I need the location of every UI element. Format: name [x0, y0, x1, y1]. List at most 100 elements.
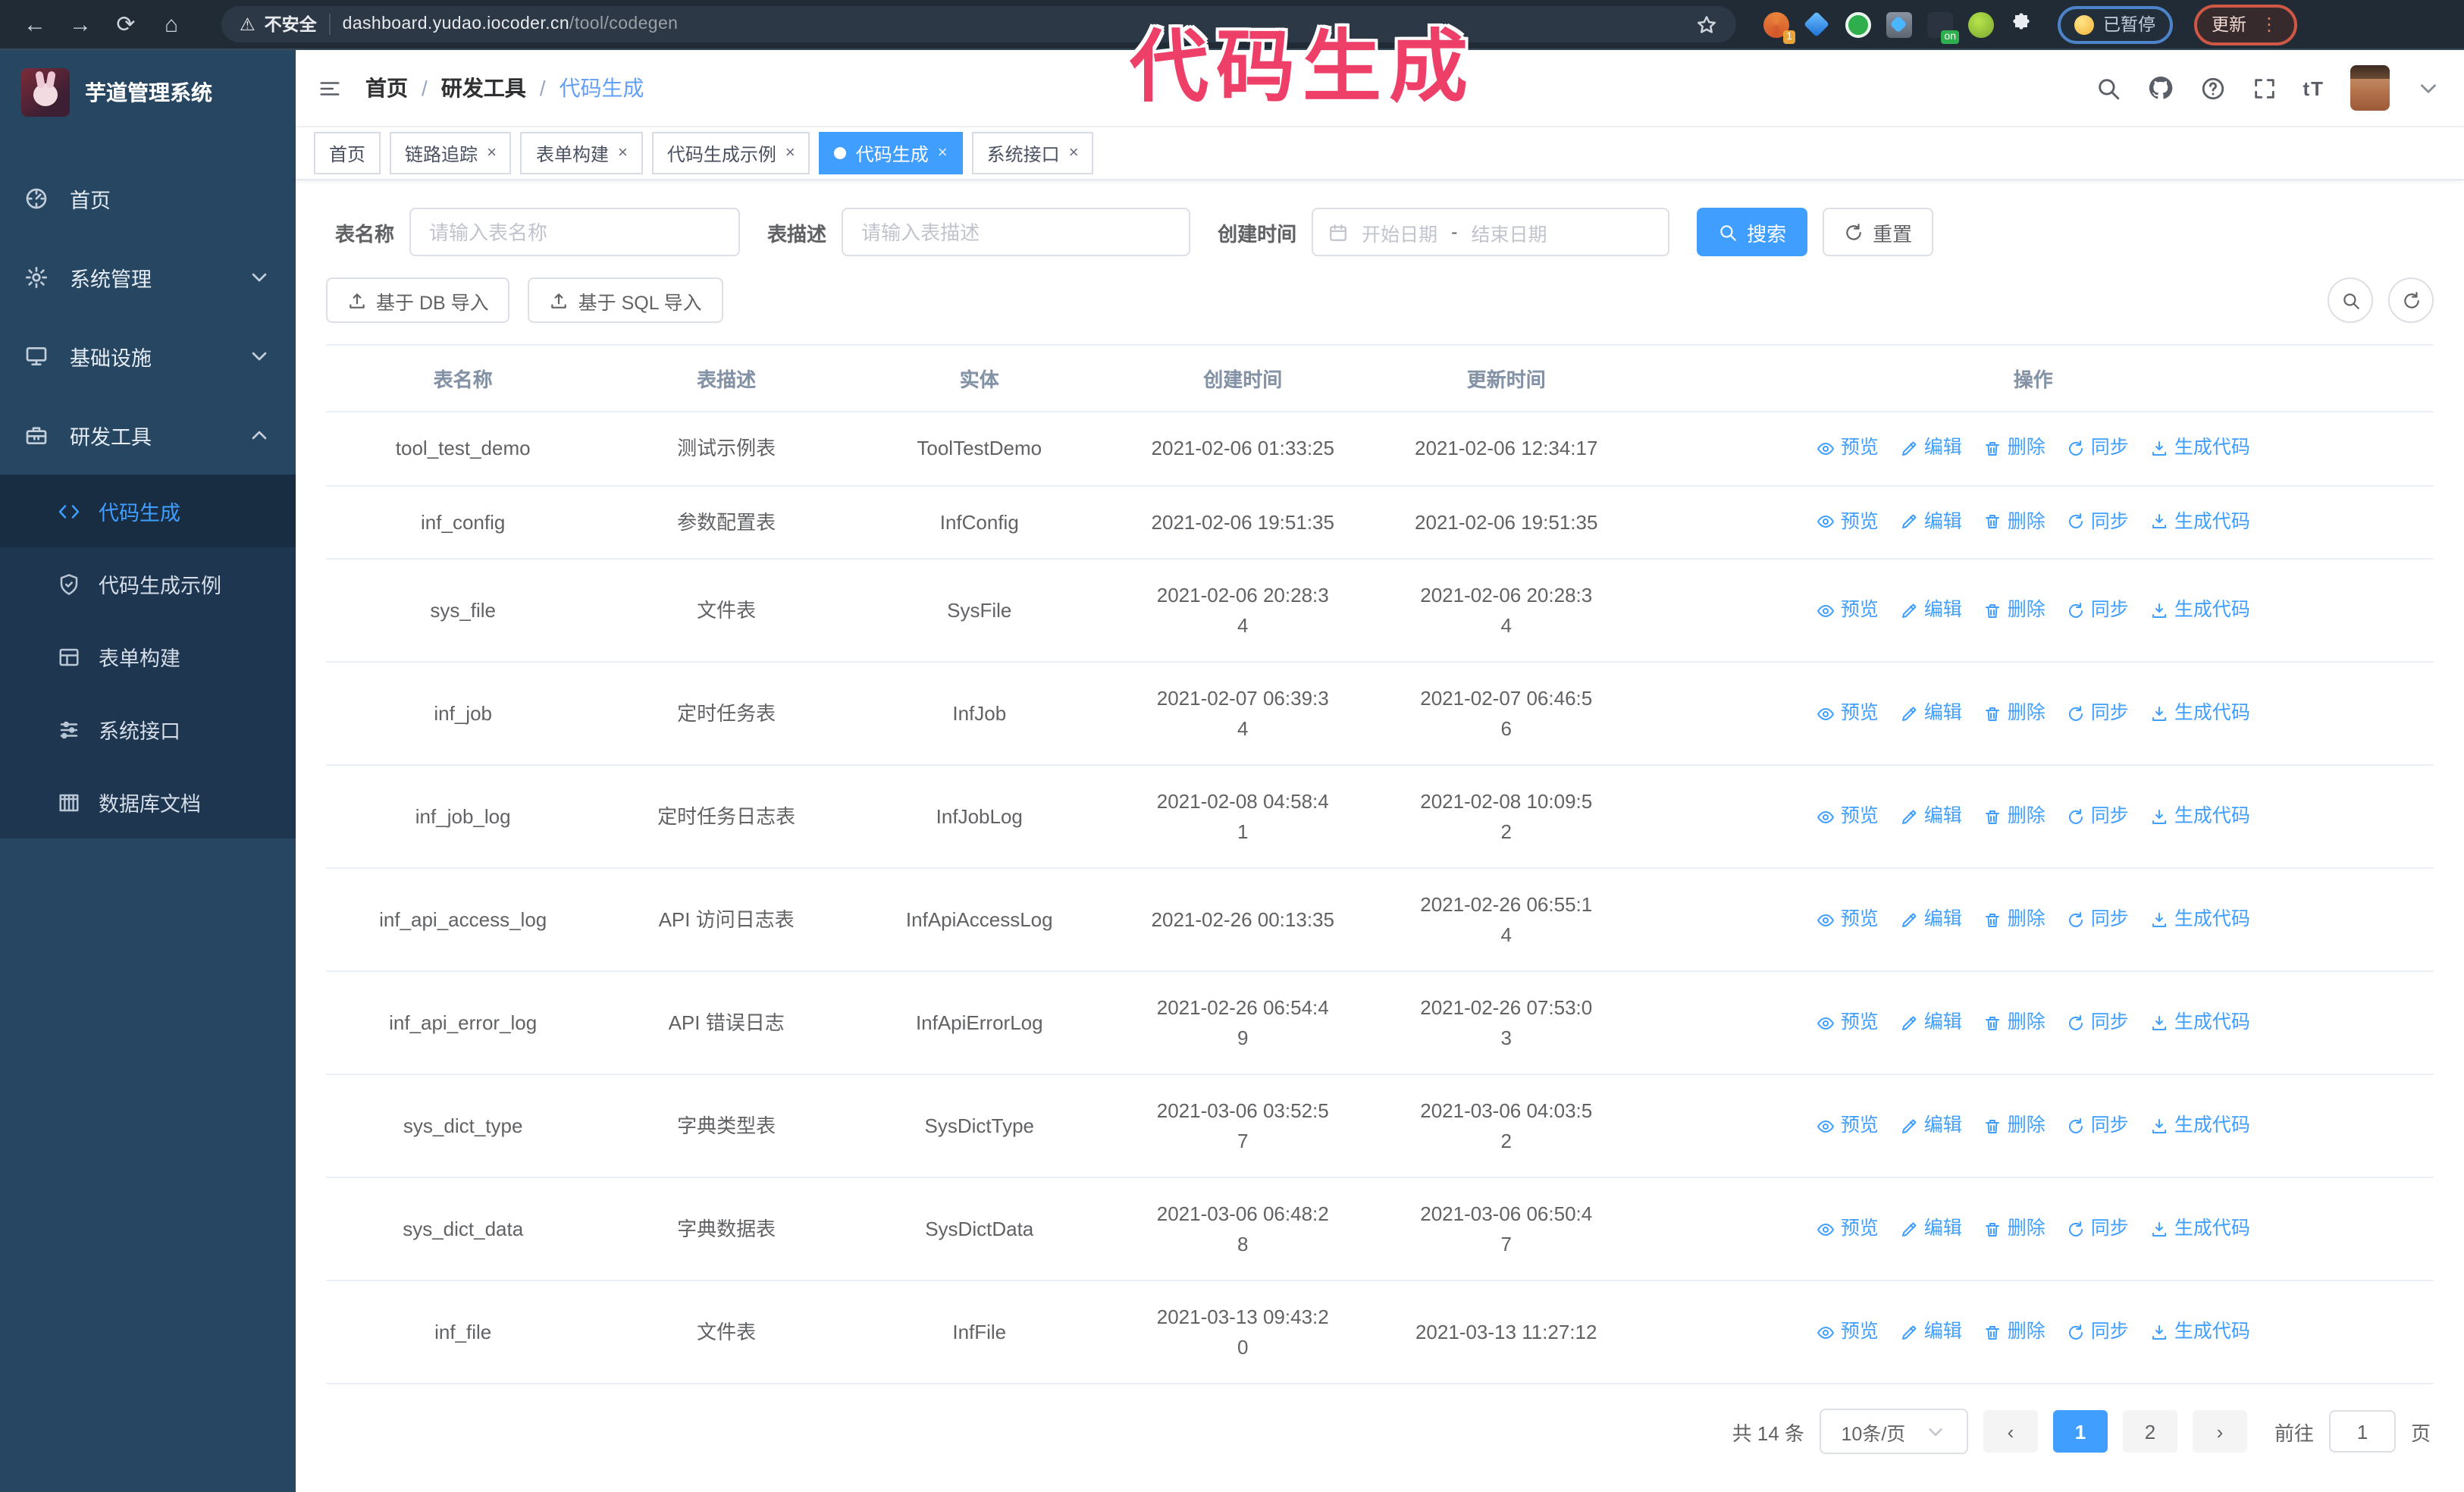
refresh-table-button[interactable]: [2388, 277, 2434, 323]
ext-check-icon[interactable]: [1845, 11, 1871, 37]
action-delete-link[interactable]: 删除: [1983, 699, 2045, 728]
goto-page-input[interactable]: [2328, 1410, 2396, 1453]
page-size-select[interactable]: 10条/页: [1819, 1409, 1968, 1454]
action-edit-link[interactable]: 编辑: [1900, 1318, 1962, 1346]
action-delete-link[interactable]: 删除: [1983, 1318, 2045, 1346]
action-sync-link[interactable]: 同步: [2067, 1215, 2129, 1243]
table-name-input[interactable]: [409, 208, 741, 256]
sidebar-submenu-item[interactable]: 数据库文档: [0, 766, 296, 838]
close-tab-icon[interactable]: ×: [618, 144, 628, 162]
action-sync-link[interactable]: 同步: [2067, 1318, 2129, 1346]
action-edit-link[interactable]: 编辑: [1900, 508, 1962, 537]
toggle-search-button[interactable]: [2328, 277, 2373, 323]
action-download-link[interactable]: 生成代码: [2150, 1111, 2250, 1140]
sidebar-submenu-item[interactable]: 代码生成示例: [0, 547, 296, 620]
action-download-link[interactable]: 生成代码: [2150, 802, 2250, 831]
action-eye-link[interactable]: 预览: [1817, 434, 1879, 463]
action-delete-link[interactable]: 删除: [1983, 596, 2045, 625]
font-size-icon[interactable]: tT: [2303, 77, 2324, 99]
sidebar-menu-item[interactable]: 系统管理: [0, 238, 296, 317]
tab[interactable]: 系统接口 ×: [971, 132, 1094, 174]
action-delete-link[interactable]: 删除: [1983, 1215, 2045, 1243]
browser-reload-icon[interactable]: ⟳: [106, 6, 146, 42]
page-number-button[interactable]: 2: [2122, 1410, 2177, 1453]
action-delete-link[interactable]: 删除: [1983, 905, 2045, 934]
close-tab-icon[interactable]: ×: [938, 144, 948, 162]
sidebar-menu-item[interactable]: 研发工具: [0, 396, 296, 475]
action-eye-link[interactable]: 预览: [1817, 1111, 1879, 1140]
tab[interactable]: 链路追踪 ×: [390, 132, 512, 174]
hamburger-icon[interactable]: [318, 77, 341, 99]
import-db-button[interactable]: 基于 DB 导入: [326, 277, 510, 323]
sidebar-submenu-item[interactable]: 表单构建: [0, 620, 296, 693]
browser-forward-icon[interactable]: →: [61, 6, 100, 42]
start-date-placeholder[interactable]: 开始日期: [1362, 218, 1437, 246]
action-eye-link[interactable]: 预览: [1817, 508, 1879, 537]
table-desc-input[interactable]: [842, 208, 1191, 256]
help-icon[interactable]: [2199, 75, 2225, 101]
user-avatar[interactable]: [2350, 65, 2390, 111]
action-eye-link[interactable]: 预览: [1817, 596, 1879, 625]
action-delete-link[interactable]: 删除: [1983, 434, 2045, 463]
sidebar-submenu-item[interactable]: 代码生成: [0, 475, 296, 547]
action-eye-link[interactable]: 预览: [1817, 905, 1879, 934]
action-sync-link[interactable]: 同步: [2067, 1111, 2129, 1140]
action-sync-link[interactable]: 同步: [2067, 434, 2129, 463]
action-download-link[interactable]: 生成代码: [2150, 596, 2250, 625]
ext-gem-icon[interactable]: [1804, 11, 1830, 37]
close-tab-icon[interactable]: ×: [487, 144, 497, 162]
action-download-link[interactable]: 生成代码: [2150, 434, 2250, 463]
action-sync-link[interactable]: 同步: [2067, 699, 2129, 728]
action-edit-link[interactable]: 编辑: [1900, 1215, 1962, 1243]
action-delete-link[interactable]: 删除: [1983, 1111, 2045, 1140]
browser-menu-dots-icon[interactable]: ⋮: [2260, 14, 2278, 35]
browser-back-icon[interactable]: ←: [15, 6, 55, 42]
action-eye-link[interactable]: 预览: [1817, 802, 1879, 831]
sidebar-menu-item[interactable]: 基础设施: [0, 317, 296, 396]
action-delete-link[interactable]: 删除: [1983, 802, 2045, 831]
avatar-caret-icon[interactable]: [2415, 75, 2441, 101]
action-download-link[interactable]: 生成代码: [2150, 1008, 2250, 1037]
reset-button[interactable]: 重置: [1823, 208, 1934, 256]
browser-home-icon[interactable]: ⌂: [152, 6, 191, 42]
not-secure-warning[interactable]: ⚠ 不安全: [240, 12, 317, 36]
action-sync-link[interactable]: 同步: [2067, 508, 2129, 537]
action-sync-link[interactable]: 同步: [2067, 1008, 2129, 1037]
action-sync-link[interactable]: 同步: [2067, 596, 2129, 625]
action-delete-link[interactable]: 删除: [1983, 1008, 2045, 1037]
action-edit-link[interactable]: 编辑: [1900, 1111, 1962, 1140]
action-eye-link[interactable]: 预览: [1817, 1318, 1879, 1346]
close-tab-icon[interactable]: ×: [785, 144, 795, 162]
action-sync-link[interactable]: 同步: [2067, 905, 2129, 934]
action-delete-link[interactable]: 删除: [1983, 508, 2045, 537]
action-download-link[interactable]: 生成代码: [2150, 699, 2250, 728]
tab[interactable]: 表单构建 ×: [520, 132, 643, 174]
profile-paused-chip[interactable]: 已暂停: [2058, 5, 2172, 43]
action-eye-link[interactable]: 预览: [1817, 1215, 1879, 1243]
github-icon[interactable]: [2146, 74, 2174, 102]
action-edit-link[interactable]: 编辑: [1900, 434, 1962, 463]
page-number-button[interactable]: 1: [2052, 1410, 2108, 1453]
header-search-icon[interactable]: [2095, 75, 2121, 101]
action-download-link[interactable]: 生成代码: [2150, 1215, 2250, 1243]
action-download-link[interactable]: 生成代码: [2150, 508, 2250, 537]
action-eye-link[interactable]: 预览: [1817, 699, 1879, 728]
action-download-link[interactable]: 生成代码: [2150, 1318, 2250, 1346]
action-eye-link[interactable]: 预览: [1817, 1008, 1879, 1037]
import-sql-button[interactable]: 基于 SQL 导入: [528, 277, 723, 323]
action-sync-link[interactable]: 同步: [2067, 802, 2129, 831]
action-edit-link[interactable]: 编辑: [1900, 596, 1962, 625]
action-download-link[interactable]: 生成代码: [2150, 905, 2250, 934]
close-tab-icon[interactable]: ×: [1069, 144, 1079, 162]
tab[interactable]: 首页: [314, 132, 381, 174]
breadcrumb-item[interactable]: 研发工具: [441, 73, 526, 103]
bookmark-star-icon[interactable]: [1695, 13, 1718, 36]
ext-android-icon[interactable]: [1968, 11, 1994, 37]
ext-grid-icon[interactable]: [1886, 11, 1912, 37]
action-edit-link[interactable]: 编辑: [1900, 699, 1962, 728]
ext-orange-icon[interactable]: 1: [1763, 11, 1795, 43]
extensions-puzzle-icon[interactable]: [2009, 12, 2033, 36]
action-edit-link[interactable]: 编辑: [1900, 802, 1962, 831]
tab[interactable]: 代码生成示例 ×: [651, 132, 810, 174]
prev-page-button[interactable]: ‹: [1983, 1410, 2038, 1453]
